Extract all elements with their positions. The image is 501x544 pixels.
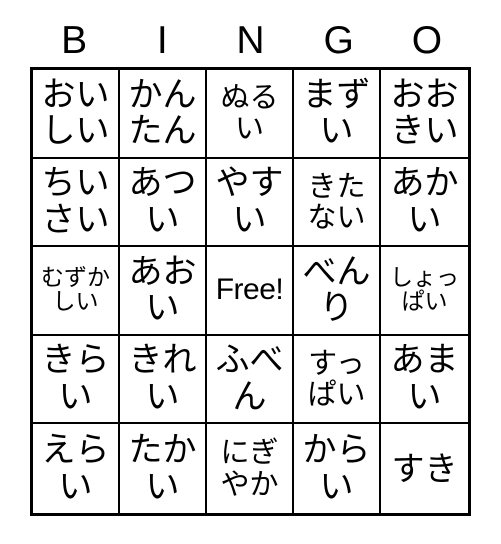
bingo-cell[interactable]: えらい: [33, 424, 120, 513]
bingo-cell[interactable]: ちいさい: [33, 158, 120, 248]
bingo-cell[interactable]: ぬるい: [207, 70, 294, 159]
bingo-cell-label: おいしい: [41, 74, 110, 152]
bingo-cell[interactable]: あおい: [120, 247, 207, 336]
bingo-cell[interactable]: かんたん: [120, 70, 207, 159]
bingo-cell[interactable]: おおきい: [381, 70, 468, 159]
bingo-cell[interactable]: あかい: [381, 158, 468, 248]
bingo-cell-label: えらい: [41, 429, 110, 507]
bingo-cell[interactable]: あつい: [120, 158, 207, 248]
bingo-header-letter-o: O: [411, 19, 443, 62]
bingo-cell[interactable]: べんり: [294, 247, 381, 336]
bingo-cell-label: あまい: [390, 340, 459, 418]
bingo-cell-label: しょっぱい: [390, 264, 459, 316]
bingo-grid: おいしい かんたん ぬるい まずい おおきいちいさい あつい やすい きたない あかいむずかしい…: [30, 67, 471, 516]
bingo-cell-label: やすい: [215, 163, 284, 240]
bingo-free-cell[interactable]: Free!: [207, 247, 294, 336]
bingo-header-letter-g: G: [323, 19, 354, 62]
bingo-cell[interactable]: きたない: [294, 158, 381, 248]
bingo-cell-label: まずい: [302, 74, 371, 152]
bingo-cell-label: あかい: [390, 163, 459, 240]
bingo-header-letter-b: B: [61, 19, 88, 62]
bingo-cell-label: きたない: [307, 168, 366, 234]
bingo-cell-label: あおい: [128, 251, 197, 329]
bingo-cell[interactable]: しょっぱい: [381, 247, 468, 336]
bingo-cell-label: すき: [391, 448, 458, 488]
bingo-cell[interactable]: すき: [381, 424, 468, 513]
bingo-cell-label: きれい: [128, 340, 197, 418]
bingo-cell-label: あつい: [128, 163, 197, 240]
bingo-card: B I N G O おいしい かんたん ぬるい まずい おおきいちいさい あつい やすい きたない あか…: [0, 0, 501, 544]
bingo-cell-label: おおきい: [390, 74, 459, 152]
bingo-cell-label: ぬるい: [220, 79, 279, 146]
bingo-cell[interactable]: きらい: [33, 335, 120, 425]
bingo-cell-label: ふべん: [215, 340, 284, 418]
bingo-cell[interactable]: きれい: [120, 335, 207, 425]
bingo-cell-label: すっぱい: [307, 345, 366, 412]
bingo-cell-label: きらい: [41, 340, 110, 418]
bingo-header-letter-i: I: [156, 19, 168, 62]
bingo-cell-label: たかい: [128, 429, 197, 507]
bingo-header-letter-n: N: [236, 19, 265, 62]
bingo-cell[interactable]: にぎやか: [207, 424, 294, 513]
bingo-cell-label: からい: [302, 429, 371, 507]
bingo-cell[interactable]: おいしい: [33, 70, 120, 159]
bingo-cell-label: べんり: [302, 251, 371, 329]
bingo-cell[interactable]: むずかしい: [33, 247, 120, 336]
bingo-cell[interactable]: たかい: [120, 424, 207, 513]
bingo-cell[interactable]: ふべん: [207, 335, 294, 425]
bingo-cell-label: にぎやか: [220, 435, 279, 501]
bingo-cell[interactable]: からい: [294, 424, 381, 513]
bingo-free-label: Free!: [215, 273, 284, 307]
bingo-cell[interactable]: あまい: [381, 335, 468, 425]
bingo-header: BINGO: [30, 18, 471, 64]
bingo-cell-label: むずかしい: [41, 264, 110, 316]
bingo-cell-label: ちいさい: [41, 163, 110, 240]
bingo-cell[interactable]: まずい: [294, 70, 381, 159]
bingo-cell[interactable]: すっぱい: [294, 335, 381, 425]
bingo-cell[interactable]: やすい: [207, 158, 294, 248]
bingo-cell-label: かんたん: [128, 74, 197, 152]
